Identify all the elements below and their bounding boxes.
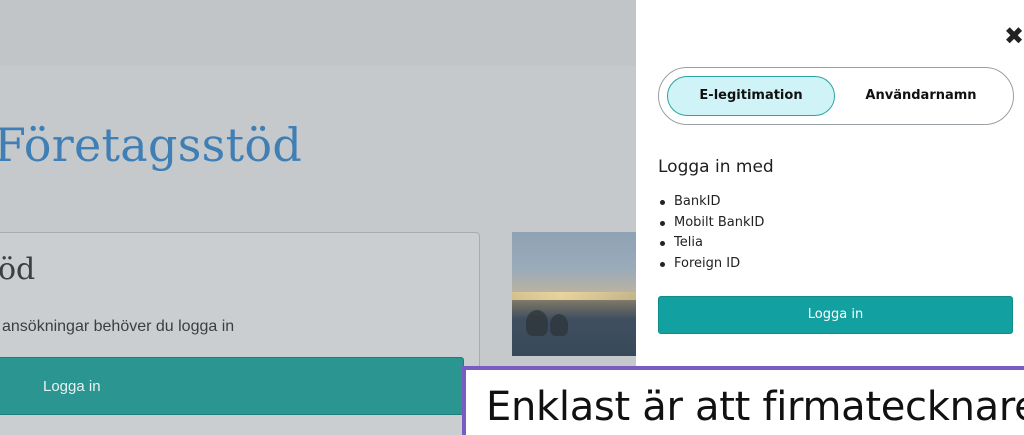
- sun-reflection: [512, 292, 636, 300]
- list-item: Telia: [658, 233, 764, 254]
- tree-silhouette: [526, 310, 548, 336]
- login-methods-list: BankID Mobilt BankID Telia Foreign ID: [658, 192, 764, 274]
- tab-e-legitimation[interactable]: E-legitimation: [667, 76, 835, 116]
- login-heading: Logga in med: [658, 157, 774, 177]
- close-icon[interactable]: ✖: [1004, 24, 1024, 48]
- card-heading: öd: [0, 252, 36, 287]
- list-item: BankID: [658, 192, 764, 213]
- bullet-icon: [660, 200, 665, 205]
- bullet-icon: [660, 220, 665, 226]
- screen: Företagsstöd öd ansökningar behöver du l…: [0, 0, 1024, 435]
- landscape-image: [512, 232, 636, 356]
- tree-silhouette: [550, 314, 568, 336]
- list-item: Foreign ID: [658, 254, 764, 275]
- background-login-button[interactable]: Logga in: [0, 357, 464, 415]
- page-title: Företagsstöd: [0, 118, 303, 172]
- caption-text: Enklast är att firmatecknare: [486, 384, 1024, 430]
- bullet-icon: [660, 241, 665, 246]
- card-text: ansökningar behöver du logga in: [2, 318, 235, 335]
- method-label: Telia: [674, 235, 703, 250]
- login-method-tabs: E-legitimation Användarnamn: [658, 67, 1014, 125]
- method-label: BankID: [674, 194, 721, 209]
- tab-anvandarnamn[interactable]: Användarnamn: [839, 76, 1003, 116]
- bullet-icon: [660, 261, 665, 267]
- background-header-band: [0, 0, 636, 66]
- method-label: Mobilt BankID: [674, 214, 765, 230]
- caption-overlay: Enklast är att firmatecknare: [462, 366, 1024, 435]
- method-label: Foreign ID: [674, 255, 741, 271]
- list-item: Mobilt BankID: [658, 213, 764, 234]
- login-button[interactable]: Logga in: [658, 296, 1013, 334]
